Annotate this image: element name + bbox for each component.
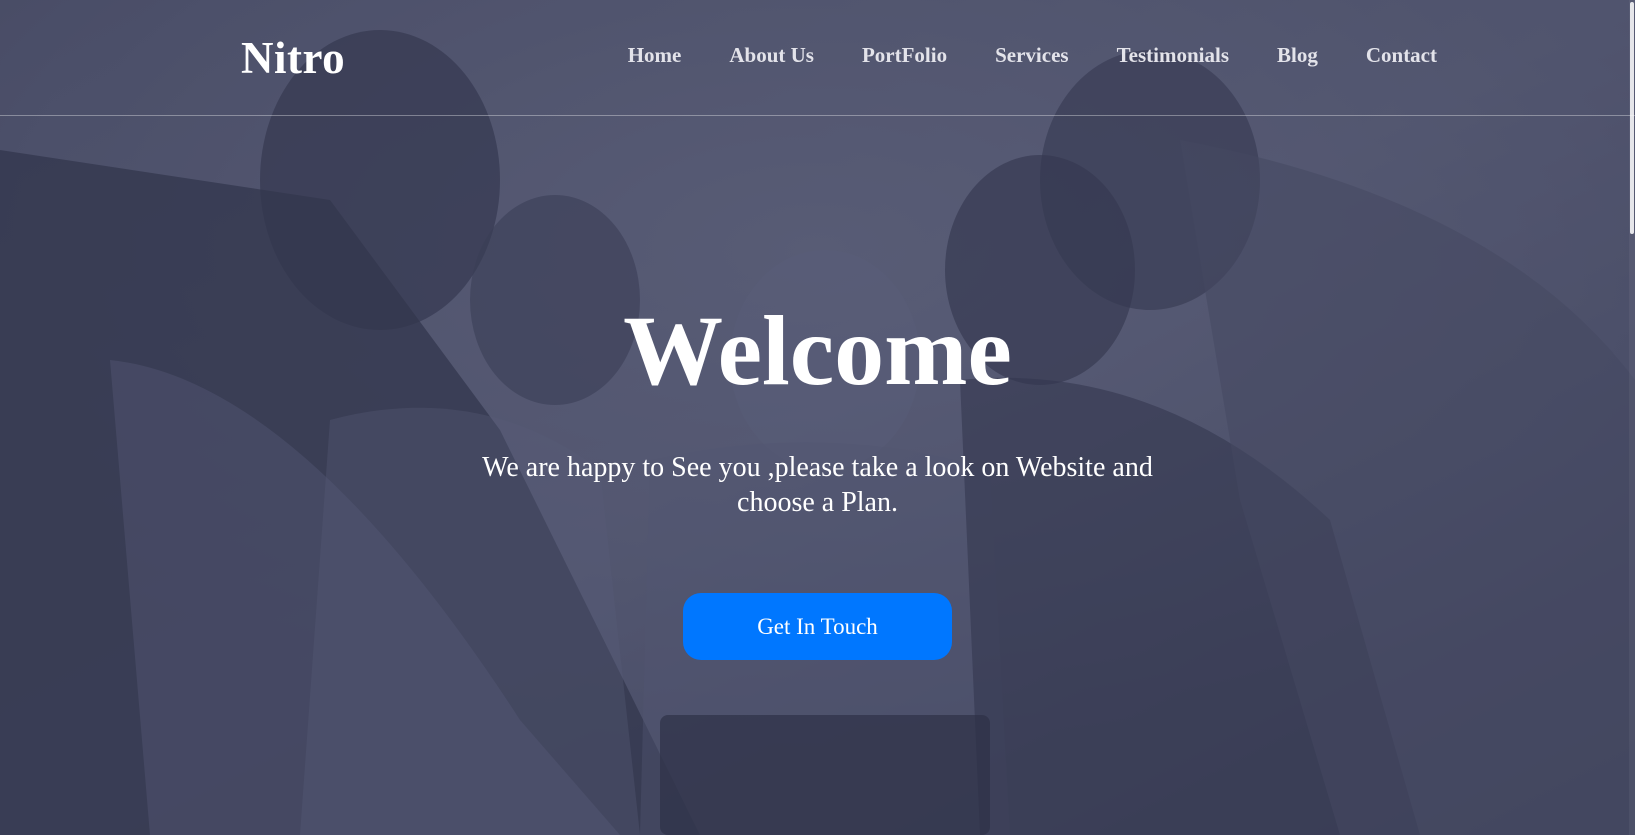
nav-item-contact: Contact: [1366, 40, 1437, 70]
nav-link-blog[interactable]: Blog: [1277, 43, 1318, 67]
nav-link-home[interactable]: Home: [628, 43, 682, 67]
nav-link-about[interactable]: About Us: [729, 43, 814, 67]
nav-item-about: About Us: [729, 40, 814, 70]
nav-link-portfolio[interactable]: PortFolio: [862, 43, 947, 67]
nav-link-services[interactable]: Services: [995, 43, 1068, 67]
hero-section: Welcome We are happy to See you ,please …: [0, 116, 1635, 835]
navbar: Nitro Home About Us PortFolio Services T…: [0, 0, 1635, 116]
nav-item-home: Home: [628, 40, 682, 70]
nav-item-blog: Blog: [1277, 40, 1318, 70]
nav-link-testimonials[interactable]: Testimonials: [1117, 43, 1229, 67]
nav-menu: Home About Us PortFolio Services Testimo…: [580, 40, 1437, 70]
nav-item-services: Services: [995, 40, 1068, 70]
nav-item-portfolio: PortFolio: [862, 40, 947, 70]
nav-item-testimonials: Testimonials: [1117, 40, 1229, 70]
page: Nitro Home About Us PortFolio Services T…: [0, 0, 1635, 835]
page-scrollbar[interactable]: [1629, 0, 1635, 835]
hero-subtitle: We are happy to See you ,please take a l…: [482, 452, 1153, 518]
brand-logo[interactable]: Nitro: [241, 30, 345, 86]
nav-link-contact[interactable]: Contact: [1366, 43, 1437, 67]
scrollbar-thumb[interactable]: [1630, 2, 1634, 234]
get-in-touch-button[interactable]: Get In Touch: [683, 593, 952, 660]
hero-title: Welcome: [623, 295, 1012, 406]
